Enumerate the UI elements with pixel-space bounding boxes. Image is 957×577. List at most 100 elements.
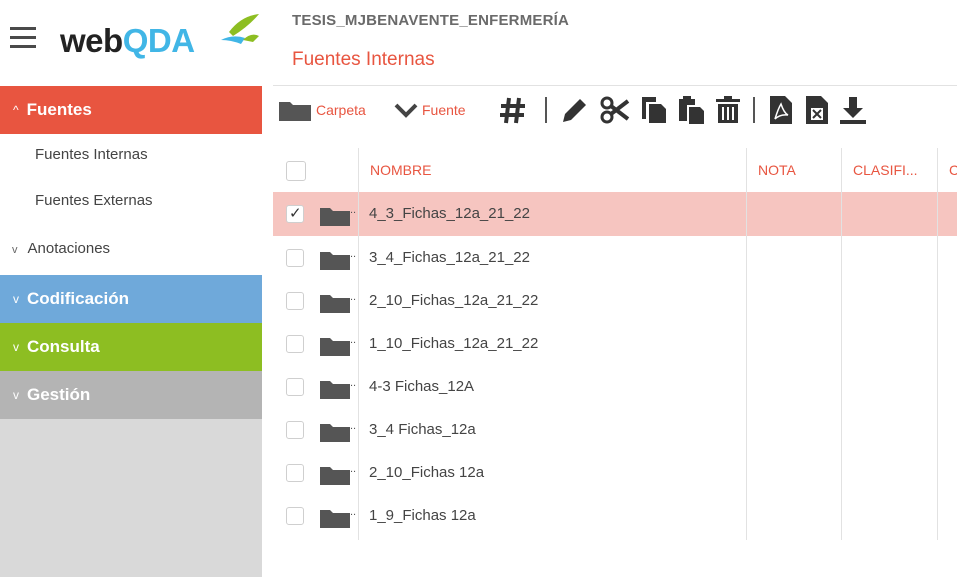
webqda-app: webQDA ^ Fuentes Fuentes Internas Fuentes… <box>0 0 957 577</box>
nav-section-gestion[interactable]: v Gestión <box>0 371 262 419</box>
hash-icon <box>500 97 525 124</box>
chevron-down-icon: v <box>13 340 19 354</box>
row-checkbox[interactable] <box>286 249 304 267</box>
code-button[interactable] <box>499 90 527 130</box>
new-folder-button[interactable]: Carpeta <box>278 90 366 130</box>
folder-icon <box>320 252 350 270</box>
new-source-button[interactable]: Fuente <box>394 90 466 130</box>
row-checkbox[interactable] <box>286 464 304 482</box>
row-dots: .. <box>350 377 357 389</box>
scissors-icon <box>600 96 630 124</box>
trash-icon <box>716 96 740 123</box>
column-header-clasificacion[interactable]: CLASIFI... <box>853 162 918 178</box>
folder-icon <box>320 338 350 356</box>
column-divider <box>937 148 938 540</box>
table-row[interactable]: ✓ .. 4_3_Fichas_12a_21_22 <box>273 192 957 236</box>
excel-file-icon <box>806 96 828 124</box>
nav-section-consulta[interactable]: v Consulta <box>0 323 262 371</box>
table-row[interactable]: .. 1_9_Fichas 12a <box>273 494 957 538</box>
check-icon: ✓ <box>289 205 302 222</box>
logo-row: webQDA <box>0 0 262 84</box>
paste-button[interactable] <box>677 90 705 130</box>
page-title: Fuentes Internas <box>292 49 435 70</box>
export-excel-button[interactable] <box>804 90 830 130</box>
folder-icon <box>320 510 350 528</box>
export-pdf-button[interactable] <box>768 90 794 130</box>
row-checkbox[interactable]: ✓ <box>286 205 304 223</box>
table-row[interactable]: .. 1_10_Fichas_12a_21_22 <box>273 322 957 366</box>
folder-icon <box>279 102 311 121</box>
column-header-nombre[interactable]: NOMBRE <box>370 162 431 178</box>
nav-section-label: Codificación <box>27 289 130 308</box>
chevron-down-icon <box>394 103 418 118</box>
source-name: 2_10_Fichas 12a <box>369 464 485 481</box>
table-row[interactable]: .. 3_4_Fichas_12a_21_22 <box>273 236 957 280</box>
sidebar: webQDA ^ Fuentes Fuentes Internas Fuentes… <box>0 0 262 577</box>
folder-icon <box>320 467 350 485</box>
row-checkbox[interactable] <box>286 421 304 439</box>
edit-button[interactable] <box>560 90 590 130</box>
column-divider <box>358 148 359 540</box>
logo: webQDA <box>60 23 195 59</box>
row-checkbox[interactable] <box>286 335 304 353</box>
nav-item-label: Anotaciones <box>27 240 111 257</box>
logo-qda: QDA <box>122 22 195 59</box>
row-dots: .. <box>350 291 357 303</box>
download-button[interactable] <box>839 90 867 130</box>
source-name: 1_9_Fichas 12a <box>369 507 476 524</box>
sidebar-background <box>0 419 262 577</box>
column-header-c[interactable]: C <box>949 162 957 178</box>
row-checkbox[interactable] <box>286 378 304 396</box>
nav-item-fuentes-internas[interactable]: Fuentes Internas <box>0 146 262 163</box>
new-source-label: Fuente <box>422 102 466 118</box>
paste-icon <box>679 96 704 124</box>
table-row[interactable]: .. 4-3 Fichas_12A <box>273 365 957 409</box>
header-divider <box>273 85 957 86</box>
project-title: TESIS_MJBENAVENTE_ENFERMERÍA <box>292 12 570 29</box>
column-header-nota[interactable]: NOTA <box>758 162 796 178</box>
row-dots: .. <box>350 420 357 432</box>
table-row[interactable]: .. 2_10_Fichas 12a <box>273 451 957 495</box>
source-name: 3_4_Fichas_12a_21_22 <box>369 249 530 266</box>
nav-section-label: Fuentes <box>26 100 92 119</box>
copy-button[interactable] <box>640 90 668 130</box>
nav-item-anotaciones[interactable]: v Anotaciones <box>0 240 262 257</box>
source-name: 1_10_Fichas_12a_21_22 <box>369 335 539 352</box>
copy-icon <box>642 97 666 123</box>
logo-web: web <box>60 22 123 59</box>
toolbar-separator <box>753 97 755 123</box>
column-divider <box>841 148 842 540</box>
nav-section-fuentes[interactable]: ^ Fuentes <box>0 86 262 134</box>
row-dots: .. <box>350 506 357 518</box>
cut-button[interactable] <box>600 90 630 130</box>
source-name: 4-3 Fichas_12A <box>369 378 475 395</box>
source-name: 4_3_Fichas_12a_21_22 <box>369 205 530 222</box>
delete-button[interactable] <box>714 90 742 130</box>
source-name: 3_4 Fichas_12a <box>369 421 476 438</box>
table-row[interactable]: .. 3_4 Fichas_12a <box>273 408 957 452</box>
folder-icon <box>320 381 350 399</box>
menu-icon[interactable] <box>10 27 36 49</box>
new-folder-label: Carpeta <box>316 102 366 118</box>
nav-section-label: Gestión <box>27 385 91 404</box>
chevron-down-icon: v <box>13 388 19 402</box>
row-dots: .. <box>350 334 357 346</box>
chevron-down-icon: v <box>13 292 19 306</box>
select-all-checkbox[interactable] <box>286 161 306 181</box>
nav-section-codificacion[interactable]: v Codificación <box>0 275 262 323</box>
logo-leaf-icon <box>221 14 259 44</box>
source-name: 2_10_Fichas_12a_21_22 <box>369 292 539 309</box>
nav-item-fuentes-externas[interactable]: Fuentes Externas <box>0 192 262 209</box>
folder-icon <box>320 208 350 226</box>
pdf-file-icon <box>770 96 792 124</box>
row-dots: .. <box>350 204 357 216</box>
row-checkbox[interactable] <box>286 292 304 310</box>
table-row[interactable]: .. 2_10_Fichas_12a_21_22 <box>273 279 957 323</box>
row-checkbox[interactable] <box>286 507 304 525</box>
chevron-down-icon: v <box>12 244 18 256</box>
chevron-up-icon: ^ <box>13 103 19 117</box>
pencil-icon <box>563 99 586 122</box>
folder-icon <box>320 424 350 442</box>
toolbar-separator <box>545 97 547 123</box>
download-icon <box>840 97 866 124</box>
